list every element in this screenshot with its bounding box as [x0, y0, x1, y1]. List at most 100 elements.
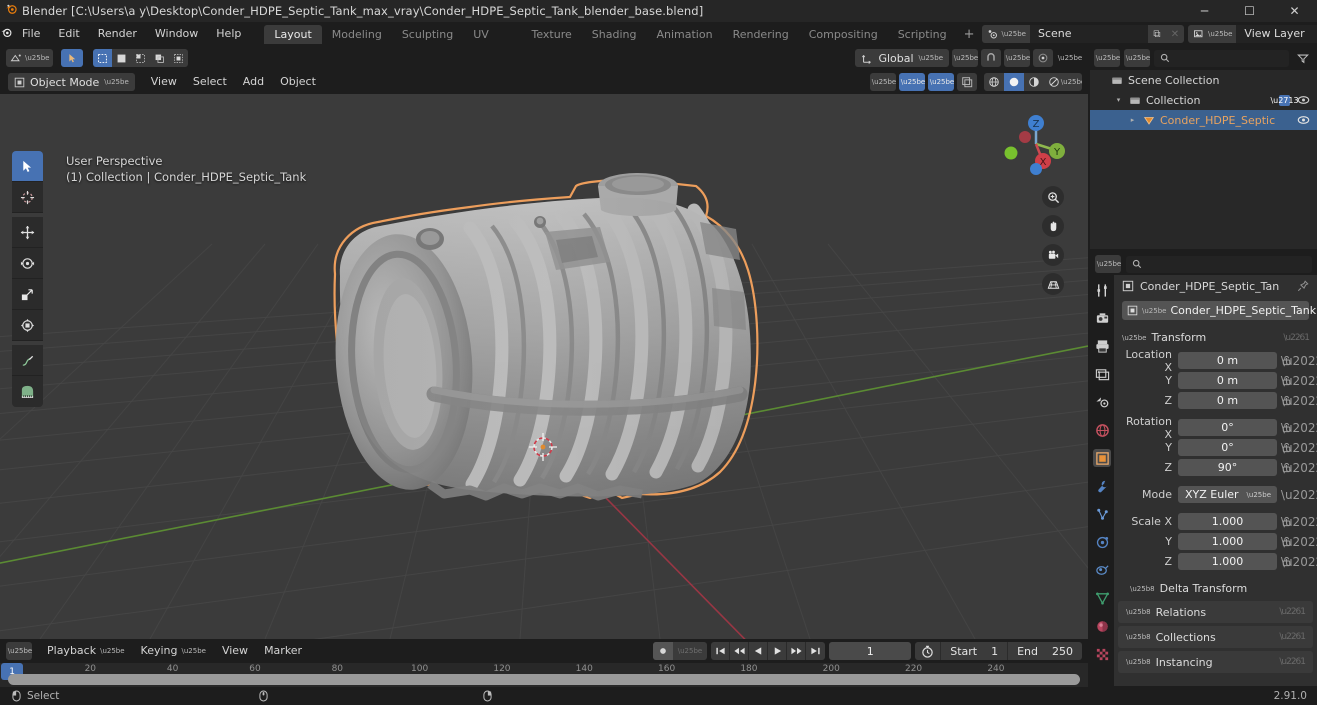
jump-to-start-button[interactable] [711, 642, 731, 660]
jump-to-end-button[interactable] [806, 642, 826, 660]
expand-triangle-icon[interactable]: ▸ [1127, 116, 1138, 124]
use-preview-range-icon[interactable] [915, 642, 940, 660]
animate-property-dot[interactable]: \u2022 [1281, 535, 1317, 549]
object-data-tab[interactable] [1093, 589, 1111, 607]
timeline-editor-icon[interactable]: \u25be [6, 642, 32, 660]
object-tab[interactable] [1093, 449, 1111, 467]
transform-orientation-selector[interactable]: Global \u25be [855, 49, 949, 67]
select-subtract-icon[interactable] [131, 49, 151, 67]
expand-triangle-icon[interactable]: ▾ [1113, 96, 1124, 104]
properties-search-input[interactable] [1126, 255, 1312, 273]
animate-property-dot[interactable]: \u2022 [1281, 354, 1317, 368]
output-tab[interactable] [1093, 337, 1111, 355]
rotate-tool[interactable] [12, 248, 43, 279]
scene-name[interactable]: Scene [1029, 25, 1148, 43]
relations-panel-header[interactable]: \u25b8 Relations \u2261 [1118, 601, 1313, 623]
tweak-select-tool[interactable] [12, 151, 43, 182]
viewport-menu-object[interactable]: Object [272, 73, 324, 91]
outliner-row-scene-collection[interactable]: Scene Collection [1090, 70, 1317, 90]
snap-target-selector[interactable]: \u25be [1004, 49, 1030, 67]
scene-tab[interactable] [1093, 393, 1111, 411]
blender-menu-icon[interactable] [0, 26, 13, 42]
proportional-editing-icon[interactable] [1033, 49, 1053, 67]
outliner-search-input[interactable] [1154, 49, 1289, 67]
constraints-tab[interactable] [1093, 561, 1111, 579]
jump-to-prev-keyframe-button[interactable] [730, 642, 750, 660]
tweak-mode-icon[interactable] [61, 49, 84, 67]
minimize-button[interactable]: ─ [1182, 0, 1227, 22]
select-intersect-icon[interactable] [150, 49, 170, 67]
outliner-display-mode-icon[interactable]: \u25be [1094, 49, 1120, 67]
tab-uv-editing[interactable]: UV Editing [463, 25, 521, 60]
tab-texture-paint[interactable]: Texture Paint [522, 25, 582, 60]
particles-tab[interactable] [1093, 505, 1111, 523]
new-scene-button[interactable]: ⧉ [1147, 25, 1166, 43]
instancing-panel-header[interactable]: \u25b8 Instancing \u2261 [1118, 651, 1313, 673]
tab-scripting[interactable]: Scripting [888, 25, 957, 44]
show-hide-icon[interactable]: \u25be [870, 73, 896, 91]
modifier-tab[interactable] [1093, 477, 1111, 495]
properties-editor-icon[interactable]: \u25be [1095, 255, 1121, 273]
move-tool[interactable] [12, 217, 43, 248]
view-layer-selector[interactable]: \u25be View Layer ⧉ ✕ [1187, 25, 1317, 43]
cursor-tool[interactable] [12, 182, 43, 213]
current-frame-input[interactable]: 1 [829, 642, 912, 660]
timeline-menu-playback[interactable]: Playback \u25be [40, 642, 132, 660]
physics-tab[interactable] [1093, 533, 1111, 551]
timeline-ruler[interactable]: 20 40 60 80 100 120 140 160 180 200 220 240 1 [0, 663, 1088, 687]
gizmo-icon[interactable]: \u25be [899, 73, 925, 91]
auto-keyframe-icon[interactable] [652, 642, 673, 660]
select-extend-icon[interactable] [112, 49, 132, 67]
object-mode-selector[interactable]: Object Mode \u25be [8, 73, 135, 91]
tab-shading[interactable]: Shading [582, 25, 647, 44]
add-workspace-button[interactable]: + [957, 27, 982, 42]
viewport-menu-select[interactable]: Select [185, 73, 235, 91]
select-difference-icon[interactable] [169, 49, 189, 67]
magnet-icon[interactable] [981, 49, 1001, 67]
viewport-menu-add[interactable]: Add [235, 73, 272, 91]
timeline-menu-keying[interactable]: Keying \u25be [134, 642, 213, 660]
scale-tool[interactable] [12, 279, 43, 310]
menu-edit[interactable]: Edit [49, 24, 88, 44]
tool-tab[interactable] [1093, 281, 1111, 299]
eye-icon[interactable] [1297, 95, 1310, 105]
outliner-row-object[interactable]: ▸ Conder_HDPE_Septic [1090, 110, 1317, 130]
scene-selector[interactable]: \u25be Scene ⧉ ✕ [981, 25, 1184, 43]
location-x-input[interactable]: 0 m [1178, 352, 1277, 369]
render-tab[interactable] [1093, 309, 1111, 327]
pin-icon[interactable] [1297, 280, 1309, 292]
menu-file[interactable]: File [13, 24, 49, 44]
zoom-icon[interactable] [1042, 186, 1064, 208]
close-button[interactable]: ✕ [1272, 0, 1317, 22]
rotation-x-input[interactable]: 0° [1178, 419, 1277, 436]
measure-tool[interactable] [12, 376, 43, 407]
animate-property-dot[interactable]: \u2022 [1281, 374, 1317, 388]
transform-tool[interactable] [12, 310, 43, 341]
timeline-horizontal-scrollbar[interactable] [8, 674, 1080, 685]
location-y-input[interactable]: 0 m [1178, 372, 1277, 389]
eye-icon[interactable] [1297, 115, 1310, 125]
shading-popover-button[interactable]: \u25be [1061, 73, 1082, 91]
camera-view-icon[interactable] [1042, 244, 1064, 266]
animate-property-dot[interactable]: \u2022 [1281, 441, 1317, 455]
animate-property-dot[interactable]: \u2022 [1281, 555, 1317, 569]
maximize-button[interactable]: ☐ [1227, 0, 1272, 22]
timeline-menu-view[interactable]: View [215, 642, 255, 660]
animate-property-dot[interactable]: \u2022 [1281, 461, 1317, 475]
annotate-tool[interactable] [12, 345, 43, 376]
location-z-input[interactable]: 0 m [1178, 392, 1277, 409]
material-preview-shading-icon[interactable] [1024, 73, 1044, 91]
auto-keyframe-group[interactable]: \u25be [652, 642, 708, 660]
viewport-menu-view[interactable]: View [143, 73, 185, 91]
material-tab[interactable] [1093, 617, 1111, 635]
jump-to-next-keyframe-button[interactable] [787, 642, 807, 660]
view-layer-tab[interactable] [1093, 365, 1111, 383]
chevron-down-icon[interactable]: \u25be [673, 647, 707, 655]
view-layer-name[interactable]: View Layer [1236, 25, 1317, 43]
viewport-3d-canvas[interactable]: User Perspective (1) Collection | Conder… [0, 94, 1088, 639]
texture-tab[interactable] [1093, 645, 1111, 663]
navigation-gizmo[interactable]: Z Y X [1000, 108, 1072, 180]
falloff-type-selector[interactable]: \u25be [1056, 49, 1082, 67]
editor-type-icon[interactable]: \u25be [6, 49, 54, 67]
solid-shading-icon[interactable] [1004, 73, 1024, 91]
